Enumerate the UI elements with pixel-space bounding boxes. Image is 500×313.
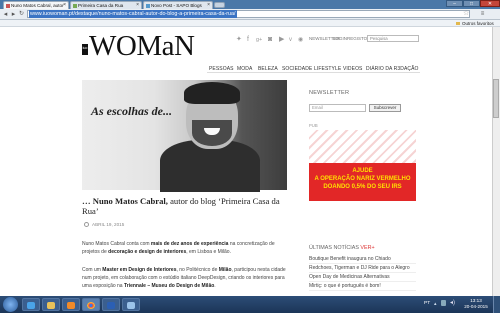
text: Nuno Matos Cabral conta com [82,241,151,247]
text: , no Politécnico de [176,267,219,273]
email-field[interactable]: Email [309,104,366,112]
page-scrollbar[interactable] [492,27,500,296]
article-title: … Nuno Matos Cabral, autor do blog ‘Prim… [82,196,292,216]
site-logo[interactable]: WOMaN [89,31,195,61]
list-item[interactable]: Boutique Benefit inaugura no Chiado [309,255,416,264]
text-bold: decoração e design de interiores [108,249,187,255]
bookmarks-bar [0,20,500,27]
chrome-icon[interactable] [82,298,100,311]
word-icon-glyph [107,302,115,309]
text-bold: Milão [218,267,232,273]
tray-arrow-icon[interactable]: ▴ [434,301,437,307]
chrome-icon-glyph [87,302,95,309]
text-bold: Master em Design de Interiores [102,267,177,273]
favicon-icon [6,4,10,8]
scrollbar-thumb[interactable] [493,79,499,118]
tab-article[interactable]: Nuno Matos Cabral, autor × [3,1,69,9]
latest-title-text: ÚLTIMAS NOTÍCIAS [309,245,359,251]
text-bold: Triennale – Museu do Design de Milão [123,283,215,289]
tab-label: Primeira Casa da Rua [78,3,124,8]
media-icon-glyph [67,302,75,309]
close-tab-icon[interactable]: × [207,2,210,9]
ad-line: A OPERAÇÃO NARIZ VERMELHO [314,176,411,182]
vimeo-icon[interactable]: v [289,36,292,44]
explorer-icon-glyph [127,302,135,309]
text-bold: mais de dez anos de experiência [150,241,229,247]
close-window-button[interactable]: ✕ [480,0,500,7]
close-tab-icon[interactable]: × [136,2,139,9]
ad-pattern [309,130,416,163]
search-input[interactable]: Pesquisa [367,35,419,42]
tab-primeira-casa[interactable]: Primeira Casa da Rua × [70,1,142,9]
camera-icon[interactable]: ◙ [268,36,272,44]
ad-text: AJUDE A OPERAÇÃO NARIZ VERMELHO DOANDO 0… [309,167,416,191]
rss-icon[interactable]: ◉ [298,36,303,44]
text: . [214,283,216,289]
tab-label: Novo Post - SAPO Blogs [151,3,202,8]
article-paragraph-1: Nuno Matos Cabral conta com mais de dez … [82,240,292,256]
text: , em Lisboa e Milão. [186,249,231,255]
favicon-icon [73,4,77,8]
reload-icon[interactable]: ↻ [17,10,26,19]
tab-sapo-blogs[interactable]: Novo Post - SAPO Blogs × [143,1,213,9]
subscribe-button[interactable]: Subscrever [369,104,401,112]
tab-label: Nuno Matos Cabral, autor [11,3,64,8]
twitter-icon[interactable]: ✦ [236,36,242,44]
ad-label: PUB [309,123,318,128]
logo-badge: iuo [82,44,88,55]
favicon-icon [146,4,150,8]
bookmark-star-icon[interactable]: ☆ [463,10,469,18]
show-desktop-button[interactable] [493,296,500,313]
minimize-button[interactable]: – [446,0,463,7]
list-item[interactable]: Redchoes, Tigerman e DJ Ride para o Aleg… [309,264,416,273]
article-paragraph-2: Com um Master em Design de Interiores, n… [82,266,292,290]
youtube-icon[interactable]: ▶ [279,36,284,44]
word-icon[interactable] [102,298,120,311]
menu-icon[interactable]: ≡ [478,10,487,19]
ad-line: AJUDE [352,168,373,174]
address-bar-url[interactable]: www.iuowoman.pt/destaque/nuno-matos-cabr… [29,10,237,18]
folder-icon-glyph [47,302,55,309]
latest-more-link[interactable]: VER+ [360,245,374,251]
clock-date: 20-04-2015 [464,304,488,309]
article-title-name: … Nuno Matos Cabral, [82,196,168,206]
volume-icon[interactable]: ◂) [450,300,455,307]
newsletter-title: NEWSLETTER [309,90,350,96]
nav-divider [207,72,420,73]
other-bookmarks[interactable]: Outros favoritos [456,20,494,27]
hero-caption: As escolhas de... [91,104,172,118]
text: Com um [82,267,103,273]
maximize-button[interactable]: □ [463,0,480,7]
list-item[interactable]: Open Day de Medicinas Alternativas [309,273,416,282]
close-tab-icon[interactable]: × [63,2,66,9]
new-tab-button[interactable] [214,2,225,8]
google-plus-icon[interactable]: g+ [256,36,262,44]
language-indicator[interactable]: PT [424,301,430,307]
start-button[interactable] [3,297,18,312]
latest-news-title: ÚLTIMAS NOTÍCIAS VER+ [309,245,375,252]
article-date: ABRIL 19, 2015 [84,222,124,228]
explorer-icon[interactable] [122,298,140,311]
ad-line: DOANDO 0,5% DO SEU IRS [323,184,402,190]
ie-icon[interactable] [22,298,40,311]
network-icon[interactable] [441,300,446,306]
ie-icon-glyph [27,302,35,309]
login-link[interactable]: LOGIN [333,36,347,42]
folder-icon[interactable] [42,298,60,311]
window-controls: – □ ✕ [446,0,500,8]
clock[interactable]: 13:13 20-04-2015 [461,298,491,310]
hero-person-hair [184,82,240,104]
list-item[interactable]: Mirtiç: o que é português é bom! [309,282,416,291]
registo-link[interactable]: REGISTO [347,36,367,42]
facebook-icon[interactable]: f [247,36,249,44]
media-icon[interactable] [62,298,80,311]
